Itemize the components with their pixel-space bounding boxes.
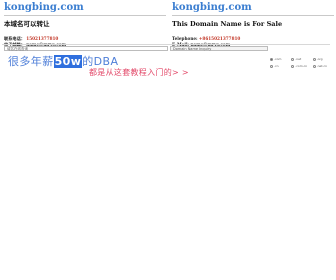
- radio-button[interactable]: [312, 64, 316, 68]
- tld-option[interactable]: .org: [312, 57, 334, 61]
- right-column: kongbing.com This Domain Name is For Sal…: [172, 0, 334, 48]
- radio-button[interactable]: [312, 57, 316, 61]
- tld-options: .com .net .org .cn .com.cn .net.cn: [270, 57, 334, 68]
- tld-option[interactable]: .net.cn: [312, 64, 334, 68]
- tld-option[interactable]: .com: [270, 57, 291, 61]
- domain-search-bar: 域名在线查询 Domain Name Inquiry: [2, 44, 330, 53]
- phone-label-cn: 联系电话：: [4, 36, 25, 41]
- left-column: kongbing.com 本域名可以转让 联系电话： 15021377810 电…: [4, 0, 166, 48]
- tld-label: .net: [295, 57, 302, 61]
- divider: [4, 15, 166, 16]
- tld-label: .com: [274, 57, 282, 61]
- tld-option[interactable]: .cn: [270, 64, 291, 68]
- ad-headline-highlight: 50w: [53, 55, 83, 68]
- tld-label: .cn: [274, 64, 279, 68]
- sale-heading-en: This Domain Name is For Sale: [172, 20, 283, 28]
- tld-option[interactable]: .com.cn: [291, 64, 312, 68]
- tld-label: .org: [316, 57, 323, 61]
- tld-label: .com.cn: [295, 64, 308, 68]
- phone-value-en: +8615021377810: [198, 36, 241, 41]
- radio-button[interactable]: [291, 64, 295, 68]
- divider: [172, 15, 334, 16]
- ad-headline-prefix: 很多年薪: [8, 55, 54, 68]
- sale-heading-cn: 本域名可以转让: [4, 20, 50, 28]
- radio-button[interactable]: [270, 64, 273, 68]
- tld-option[interactable]: .net: [291, 57, 312, 61]
- domain-title-cn[interactable]: kongbing.com: [4, 2, 166, 14]
- phone-label-en: Telephone:: [172, 36, 198, 41]
- ad-banner-subline[interactable]: 都是从这套教程入门的> >: [89, 67, 189, 78]
- domain-title-en[interactable]: kongbing.com: [172, 2, 334, 14]
- search-input[interactable]: 域名在线查询: [4, 46, 168, 51]
- radio-button[interactable]: [291, 57, 295, 61]
- tld-label: .net.cn: [316, 64, 328, 68]
- phone-value-cn: 15021377810: [26, 36, 59, 41]
- radio-button[interactable]: [270, 57, 273, 61]
- search-button[interactable]: Domain Name Inquiry: [170, 46, 268, 51]
